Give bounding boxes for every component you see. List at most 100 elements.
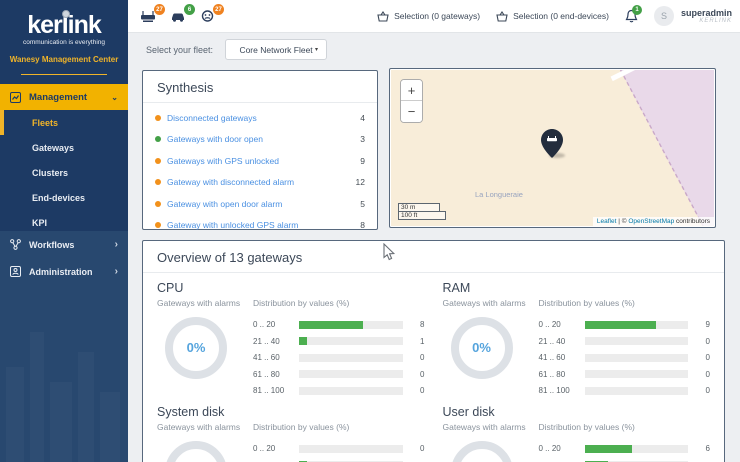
synthesis-title: Synthesis xyxy=(143,71,377,103)
status-dot xyxy=(155,136,161,142)
status-dot xyxy=(155,201,161,207)
map-marker-icon[interactable] xyxy=(541,129,563,158)
synthesis-link[interactable]: Disconnected gateways xyxy=(167,113,257,123)
fleet-selector-label: Select your fleet: xyxy=(146,45,213,55)
sidebar-item-label: KPI xyxy=(32,218,47,228)
distribution-label: Distribution by values (%) xyxy=(539,298,711,309)
alarms-label: Gateways with alarms xyxy=(157,298,253,309)
zoom-out-button[interactable]: − xyxy=(401,101,422,122)
notifications-button[interactable]: 1 xyxy=(625,9,638,23)
range-label: 41 .. 60 xyxy=(253,353,299,362)
sidebar-item-workflows[interactable]: Workflows › xyxy=(0,231,128,258)
distribution-row: 21 .. 40 xyxy=(539,457,711,462)
bar-track xyxy=(299,370,403,378)
sidebar-item-label: Management xyxy=(29,92,87,103)
synthesis-row-disconnected-alarm[interactable]: Gateway with disconnected alarm 12 xyxy=(155,172,365,194)
range-label: 21 .. 40 xyxy=(253,337,299,346)
basket-icon xyxy=(496,11,508,22)
synthesis-row-gps-unlocked[interactable]: Gateways with GPS unlocked 9 xyxy=(155,150,365,172)
distribution-row: 81 .. 100 0 xyxy=(253,383,425,400)
range-count: 0 xyxy=(409,444,425,453)
range-label: 0 .. 20 xyxy=(539,444,585,453)
sidebar-item-fleets[interactable]: Fleets xyxy=(0,110,128,135)
bar-track xyxy=(585,387,689,395)
distribution-row: 21 .. 40 xyxy=(253,457,425,462)
selection-end-devices-label: Selection (0 end-devices) xyxy=(513,11,609,21)
range-count: 0 xyxy=(694,353,710,362)
sidebar-item-gateways[interactable]: Gateways xyxy=(0,135,128,160)
synthesis-link[interactable]: Gateway with open door alarm xyxy=(167,199,282,209)
map-scale-control: 30 m 100 ft xyxy=(398,203,446,220)
synthesis-row-disconnected-gateways[interactable]: Disconnected gateways 4 xyxy=(155,107,365,129)
vehicle-selection-button[interactable]: 6 xyxy=(170,9,186,23)
topbar-right: Selection (0 gateways) Selection (0 end-… xyxy=(377,6,732,26)
alarm-badge: 27 xyxy=(213,4,224,15)
selection-gateways-button[interactable]: Selection (0 gateways) xyxy=(377,11,480,22)
synthesis-link[interactable]: Gateway with unlocked GPS alarm xyxy=(167,220,298,230)
notification-badge: 1 xyxy=(632,5,642,15)
kerlink-logo: kerlink communication is everything Wane… xyxy=(0,0,128,75)
sidebar-item-management[interactable]: Management ⌄ xyxy=(0,84,128,110)
range-label: 61 .. 80 xyxy=(253,370,299,379)
sidebar-item-end-devices[interactable]: End-devices xyxy=(0,185,128,210)
distribution-row: 0 .. 20 8 xyxy=(253,317,425,334)
product-name: Wanesy Management Center xyxy=(0,55,128,64)
synthesis-count: 5 xyxy=(360,199,365,209)
bar-fill xyxy=(585,445,633,453)
caret-down-icon: ▾ xyxy=(315,46,318,53)
range-count: 8 xyxy=(409,320,425,329)
ram-section-title: RAM xyxy=(443,281,711,295)
status-dot xyxy=(155,222,161,228)
basket-icon xyxy=(377,11,389,22)
synthesis-row-unlocked-gps-alarm[interactable]: Gateway with unlocked GPS alarm 8 xyxy=(155,215,365,237)
distribution-label: Distribution by values (%) xyxy=(253,298,425,309)
distribution-row: 21 .. 40 1 xyxy=(253,333,425,350)
zoom-in-button[interactable]: + xyxy=(401,80,422,101)
synthesis-panel: Synthesis Disconnected gateways 4 Gatewa… xyxy=(142,70,378,230)
synthesis-row-open-door-alarm[interactable]: Gateway with open door alarm 5 xyxy=(155,193,365,215)
range-count: 0 xyxy=(409,353,425,362)
alarm-selection-button[interactable]: 27 xyxy=(200,9,215,23)
sidebar-item-administration[interactable]: Administration › xyxy=(0,258,128,285)
synthesis-count: 3 xyxy=(360,134,365,144)
fleet-selector-row: Select your fleet: Core Network Fleet ▾ xyxy=(146,39,327,60)
sidebar-item-label: Workflows xyxy=(29,240,74,250)
sidebar-lower-section: Workflows › Administration › xyxy=(0,231,128,462)
system-disk-section-title: System disk xyxy=(157,405,425,419)
range-count: 0 xyxy=(694,337,710,346)
sidebar-item-clusters[interactable]: Clusters xyxy=(0,160,128,185)
bar-track xyxy=(299,387,403,395)
fleet-select-dropdown[interactable]: Core Network Fleet ▾ xyxy=(225,39,327,60)
globe-icon xyxy=(62,10,70,18)
user-menu[interactable]: S superadmin KERLINK xyxy=(654,6,732,26)
range-label: 41 .. 60 xyxy=(539,353,585,362)
synthesis-row-door-open[interactable]: Gateways with door open 3 xyxy=(155,129,365,151)
map-place-label: La Longueraie xyxy=(475,190,523,199)
map-panel: + − La Longueraie 30 m 100 ft Leaflet | … xyxy=(389,68,716,228)
selection-end-devices-button[interactable]: Selection (0 end-devices) xyxy=(496,11,609,22)
bar-track xyxy=(585,370,689,378)
gateway-selection-button[interactable]: 27 xyxy=(140,9,156,23)
leaflet-link[interactable]: Leaflet xyxy=(597,218,617,225)
distribution-row: 0 .. 20 9 xyxy=(539,317,711,334)
distribution-row: 61 .. 80 0 xyxy=(539,366,711,383)
synthesis-link[interactable]: Gateways with door open xyxy=(167,134,263,144)
status-dot xyxy=(155,179,161,185)
sidebar-item-label: Gateways xyxy=(32,143,74,153)
workflow-icon xyxy=(10,239,21,250)
ram-alarms-donut: 0% xyxy=(451,317,513,379)
range-count: 6 xyxy=(694,444,710,453)
range-label: 61 .. 80 xyxy=(539,370,585,379)
bar-track xyxy=(299,337,403,345)
sidebar-background-skyline xyxy=(0,312,128,462)
sidebar-item-label: Clusters xyxy=(32,168,68,178)
bar-track xyxy=(299,445,403,453)
openstreetmap-link[interactable]: OpenStreetMap xyxy=(628,218,674,225)
range-label: 0 .. 20 xyxy=(253,320,299,329)
synthesis-link[interactable]: Gateways with GPS unlocked xyxy=(167,156,279,166)
synthesis-link[interactable]: Gateway with disconnected alarm xyxy=(167,177,294,187)
map[interactable]: + − La Longueraie 30 m 100 ft Leaflet | … xyxy=(391,70,714,226)
alarms-label: Gateways with alarms xyxy=(443,422,539,433)
user-disk-section: User disk Gateways with alarms Distribut… xyxy=(443,405,711,462)
attrib-suffix: contributors xyxy=(674,218,710,225)
